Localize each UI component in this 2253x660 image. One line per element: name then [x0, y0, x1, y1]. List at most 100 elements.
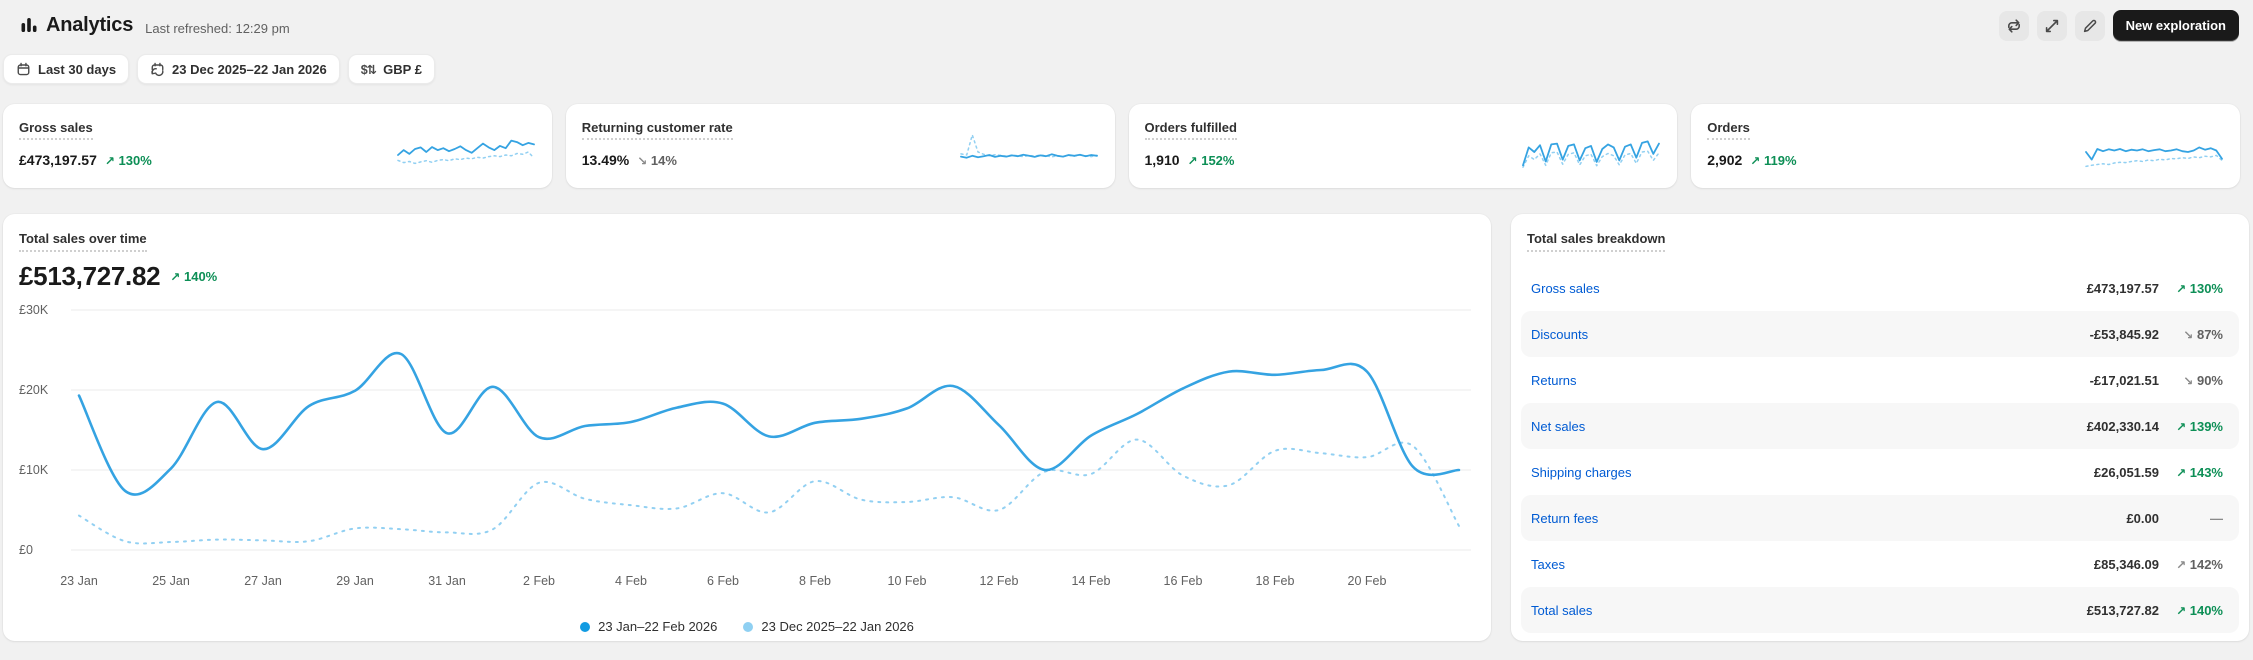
expand-icon: [2044, 18, 2060, 34]
page-title: Analytics: [46, 13, 134, 36]
y-axis-tick: £10K: [19, 463, 49, 477]
breakdown-title[interactable]: Total sales breakdown: [1527, 231, 1666, 252]
compare-range-label: 23 Dec 2025–22 Jan 2026: [172, 61, 327, 77]
calendar-compare-icon: [150, 62, 165, 77]
metric-cards-row: Gross sales £473,197.57 ↗ 130% Returning cu…: [3, 104, 2240, 188]
date-range-chip[interactable]: Last 30 days: [3, 54, 130, 84]
cycle-icon: [2006, 18, 2022, 34]
chart-change-badge: ↗ 140%: [170, 269, 218, 284]
up-arrow-icon: ↗: [104, 153, 115, 168]
breakdown-row-value: -£53,845.92: [2089, 326, 2159, 342]
y-axis-tick: £20K: [19, 383, 49, 397]
x-axis-tick: 8 Feb: [799, 574, 831, 588]
edit-pencil-icon: [2082, 18, 2098, 34]
breakdown-row-change: ↗ 143%: [2176, 464, 2223, 480]
metric-card-change: ↗ 152%: [1187, 152, 1235, 168]
breakdown-row-taxes: Taxes £85,346.09 ↗ 142%: [1521, 541, 2239, 587]
expand-button[interactable]: [2036, 10, 2067, 41]
breakdown-row-link[interactable]: Return fees: [1531, 511, 1598, 526]
breakdown-row-value: -£17,021.51: [2089, 372, 2159, 388]
metric-card-sparkline: [396, 139, 535, 165]
metric-card-change: ↘ 14%: [637, 152, 677, 168]
breakdown-row-change-cell: ↗ 142%: [2159, 557, 2223, 572]
breakdown-row-change: ↗ 140%: [2176, 602, 2223, 618]
legend-previous-period: 23 Dec 2025–22 Jan 2026: [743, 619, 914, 634]
metric-card-sparkline: [2085, 146, 2223, 168]
x-axis-tick: 25 Jan: [152, 574, 190, 588]
current-period-line: [77, 351, 1461, 496]
metric-card-label[interactable]: Gross sales: [19, 120, 93, 140]
breakdown-row-value: £26,051.59: [2093, 464, 2159, 480]
breakdown-row-value: £85,346.09: [2093, 556, 2159, 572]
breakdown-row-discounts: Discounts -£53,845.92 ↘ 87%: [1521, 311, 2239, 357]
metric-card-label[interactable]: Returning customer rate: [581, 120, 733, 140]
x-axis-tick: 6 Feb: [707, 574, 739, 588]
calendar-icon: [16, 62, 31, 77]
x-axis-tick: 4 Feb: [615, 574, 647, 588]
x-axis-tick: 20 Feb: [1348, 574, 1387, 588]
x-axis-tick: 10 Feb: [888, 574, 927, 588]
total-sales-over-time-panel: Total sales over time £513,727.82 ↗ 140%…: [3, 214, 1491, 641]
compare-range-chip[interactable]: 23 Dec 2025–22 Jan 2026: [137, 54, 340, 84]
breakdown-row-change-cell: ↘ 87%: [2159, 327, 2223, 342]
breakdown-row-value: £513,727.82: [2086, 602, 2159, 618]
breakdown-row-net-sales: Net sales £402,330.14 ↗ 139%: [1521, 403, 2239, 449]
legend-dot-current: [580, 621, 591, 632]
up-arrow-icon: ↗: [1750, 153, 1761, 168]
metric-card-label[interactable]: Orders fulfilled: [1144, 120, 1237, 140]
breakdown-row-return-fees: Return fees £0.00 —: [1521, 495, 2239, 541]
breakdown-row-value: £473,197.57: [2086, 280, 2159, 296]
up-arrow-icon: ↗: [2176, 603, 2187, 618]
x-axis-tick: 12 Feb: [980, 574, 1019, 588]
breakdown-row-change: ↘ 90%: [2183, 372, 2223, 388]
previous-period-line: [78, 438, 1460, 545]
metric-card-label[interactable]: Orders: [1707, 120, 1750, 140]
total-sales-breakdown-panel: Total sales breakdown Gross sales £473,19…: [1511, 214, 2249, 641]
metric-card-value: 1,910: [1144, 152, 1180, 168]
metric-card-value: 13.49%: [581, 152, 630, 168]
breakdown-row-change: ↗ 142%: [2176, 556, 2223, 572]
breakdown-row-change: ↘ 87%: [2183, 326, 2223, 342]
currency-chip[interactable]: $⇅ GBP £: [347, 54, 435, 84]
x-axis-tick: 23 Jan: [60, 574, 98, 588]
metric-card-orders-fulfilled: Orders fulfilled 1,910 ↗ 152%: [1128, 104, 1678, 188]
x-axis-tick: 2 Feb: [523, 574, 555, 588]
breakdown-row-link[interactable]: Net sales: [1531, 419, 1585, 434]
down-arrow-icon: ↘: [2183, 373, 2194, 388]
breakdown-row-change: ↗ 139%: [2176, 418, 2223, 434]
metric-card-change: ↗ 130%: [104, 152, 152, 168]
total-sales-line-chart: £30K £20K £10K £0 23 Jan 25 Jan 27 Jan 29 Jan 31…: [19, 303, 1471, 588]
chart-title[interactable]: Total sales over time: [19, 231, 147, 252]
breakdown-row-shipping-charges: Shipping charges £26,051.59 ↗ 143%: [1521, 449, 2239, 495]
x-axis-tick: 18 Feb: [1256, 574, 1295, 588]
chart-total-value: £513,727.82: [19, 261, 161, 291]
page-header: Analytics Last refreshed: 12:29 pm New e…: [0, 0, 2253, 41]
currency-label: GBP £: [383, 61, 422, 77]
breakdown-row-change: ↗ 130%: [2176, 280, 2223, 296]
legend-current-period: 23 Jan–22 Feb 2026: [580, 619, 717, 634]
breakdown-row-change-cell: ↗ 139%: [2159, 419, 2223, 434]
breakdown-row-total-sales: Total sales £513,727.82 ↗ 140%: [1521, 587, 2239, 633]
breakdown-row-link[interactable]: Taxes: [1531, 557, 1565, 572]
breakdown-row-link[interactable]: Returns: [1531, 373, 1577, 388]
date-range-label: Last 30 days: [38, 61, 117, 77]
up-arrow-icon: ↗: [2176, 419, 2187, 434]
up-arrow-icon: ↗: [1187, 153, 1198, 168]
y-axis-tick: £30K: [19, 303, 49, 317]
new-exploration-button[interactable]: New exploration: [2112, 10, 2239, 41]
cycle-button[interactable]: [1998, 10, 2029, 41]
up-arrow-icon: ↗: [2176, 557, 2187, 572]
edit-button[interactable]: [2074, 10, 2105, 41]
up-arrow-icon: ↗: [2176, 281, 2187, 296]
breakdown-row-link[interactable]: Discounts: [1531, 327, 1588, 342]
metric-card-change: ↗ 119%: [1750, 152, 1797, 168]
breakdown-row-link[interactable]: Gross sales: [1531, 281, 1600, 296]
breakdown-row-change-cell: ↘ 90%: [2159, 373, 2223, 388]
breakdown-row-link[interactable]: Total sales: [1531, 603, 1592, 618]
breakdown-row-gross-sales: Gross sales £473,197.57 ↗ 130%: [1521, 265, 2239, 311]
filter-bar: Last 30 days 23 Dec 2025–22 Jan 2026 $⇅ …: [3, 54, 2253, 84]
breakdown-row-change: —: [2210, 510, 2223, 526]
breakdown-row-value: £0.00: [2126, 510, 2159, 526]
breakdown-row-link[interactable]: Shipping charges: [1531, 465, 1631, 480]
legend-dot-previous: [743, 621, 754, 632]
